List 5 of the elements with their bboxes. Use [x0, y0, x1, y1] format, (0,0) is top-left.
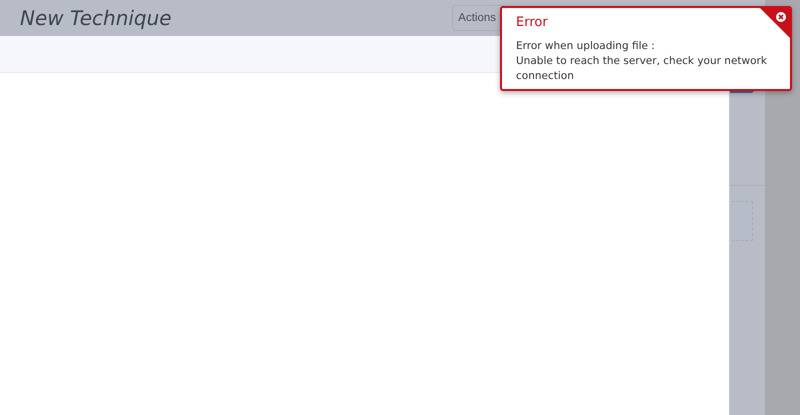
error-message: Error when uploading file : [516, 39, 656, 54]
toast-title: Error [516, 15, 549, 30]
close-icon[interactable] [760, 8, 790, 38]
page-title: New Technique [20, 6, 172, 30]
error-message: Unable to reach the server, check your network connection [516, 54, 768, 84]
